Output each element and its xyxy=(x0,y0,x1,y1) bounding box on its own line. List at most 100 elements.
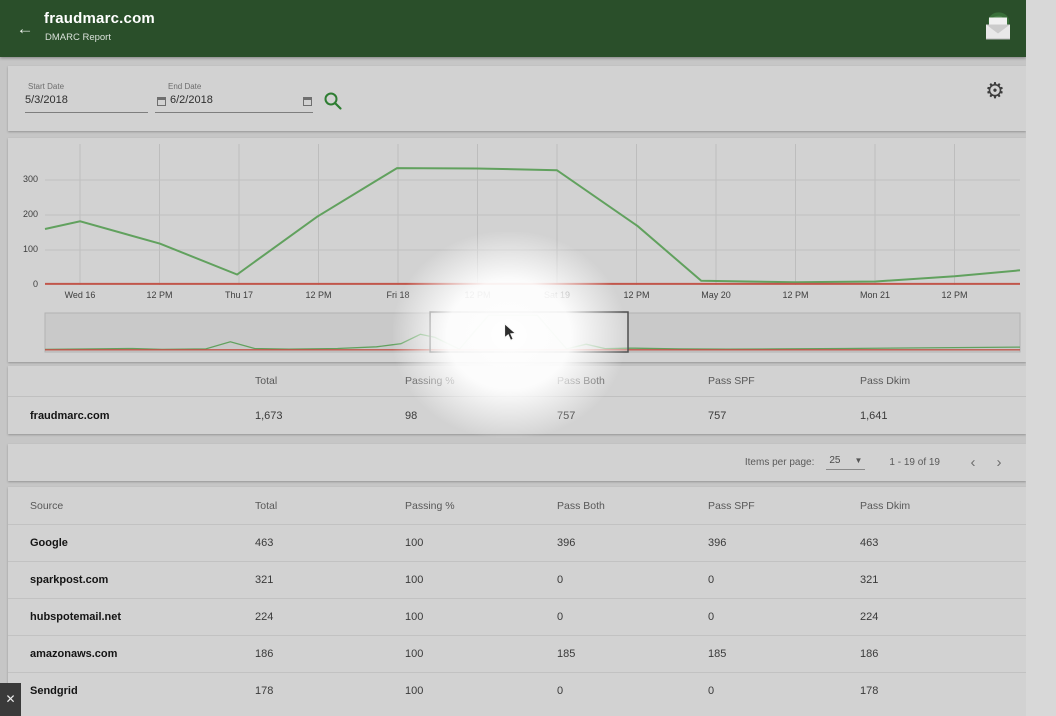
table-row[interactable]: Google 463 100 396 396 463 xyxy=(8,524,1026,561)
x-axis-tick-label: 12 PM xyxy=(128,290,192,300)
source-name: Google xyxy=(30,537,255,549)
cell-passing: 100 xyxy=(405,685,557,697)
next-page-icon[interactable]: › xyxy=(986,453,1012,473)
cell-passspf: 0 xyxy=(708,685,860,697)
cell-passdkim: 321 xyxy=(860,574,1026,586)
x-axis-tick-label: 12 PM xyxy=(923,290,987,300)
summary-row-fraudmarc: fraudmarc.com 1,673 98 757 757 1,641 xyxy=(8,396,1026,434)
source-name: amazonaws.com xyxy=(30,648,255,660)
source-name: sparkpost.com xyxy=(30,574,255,586)
col-total: Total xyxy=(255,500,405,512)
start-date-label: Start Date xyxy=(28,82,64,91)
x-axis-tick-label: 12 PM xyxy=(287,290,351,300)
x-axis-tick-label: Wed 16 xyxy=(48,290,112,300)
calendar-icon xyxy=(157,97,166,106)
col-passdkim: Pass Dkim xyxy=(860,500,1026,512)
app-header: ← fraudmarc.com DMARC Report xyxy=(0,0,1026,57)
x-axis-tick-label: Thu 17 xyxy=(207,290,271,300)
col-passing: Passing % xyxy=(405,500,557,512)
cell-passdkim: 463 xyxy=(860,537,1026,549)
y-axis-tick-label: 200 xyxy=(8,209,38,219)
cell-passspf: 0 xyxy=(708,611,860,623)
right-gutter xyxy=(1026,0,1056,716)
source-table: Source Total Passing % Pass Both Pass SP… xyxy=(8,487,1026,716)
table-row[interactable]: hubspotemail.net 224 100 0 0 224 xyxy=(8,598,1026,635)
cell-passboth: 0 xyxy=(557,685,708,697)
summary-col-passboth: Pass Both xyxy=(557,375,708,387)
col-source: Source xyxy=(30,500,255,512)
dmarc-volume-chart: 0100200300 Wed 1612 PMThu 1712 PMFri 181… xyxy=(8,138,1026,362)
brush-selection[interactable] xyxy=(430,312,628,352)
domain-summary-table: Total Passing % Pass Both Pass SPF Pass … xyxy=(8,366,1026,434)
items-per-page-label: Items per page: xyxy=(745,457,814,468)
cell-total: 463 xyxy=(255,537,405,549)
summary-header-row: Total Passing % Pass Both Pass SPF Pass … xyxy=(8,366,1026,396)
cell-passing: 100 xyxy=(405,537,557,549)
cell-passboth: 185 xyxy=(557,648,708,660)
cell-passspf: 396 xyxy=(708,537,860,549)
col-passspf: Pass SPF xyxy=(708,500,860,512)
cell-passing: 100 xyxy=(405,611,557,623)
summary-col-passdkim: Pass Dkim xyxy=(860,375,1026,387)
x-axis-tick-label: 12 PM xyxy=(446,290,510,300)
date-filter-bar: Start Date 5/3/2018 End Date 6/2/2018 ⚙ xyxy=(8,66,1026,131)
fraudmarc-envelope-logo-icon xyxy=(978,8,1018,49)
col-passboth: Pass Both xyxy=(557,500,708,512)
summary-domain-name: fraudmarc.com xyxy=(30,410,255,422)
end-date-underline xyxy=(155,112,313,113)
chart-canvas xyxy=(8,138,1026,362)
cell-passspf: 0 xyxy=(708,574,860,586)
end-date-input[interactable]: 6/2/2018 xyxy=(170,94,213,106)
source-name: Sendgrid xyxy=(30,685,255,697)
cell-passdkim: 178 xyxy=(860,685,1026,697)
page-subtitle: DMARC Report xyxy=(45,32,111,43)
x-axis-tick-label: 12 PM xyxy=(605,290,669,300)
items-per-page-select[interactable]: 25 ▼ xyxy=(826,455,865,470)
table-row[interactable]: sparkpost.com 321 100 0 0 321 xyxy=(8,561,1026,598)
search-icon[interactable] xyxy=(322,90,344,112)
table-row[interactable]: amazonaws.com 186 100 185 185 186 xyxy=(8,635,1026,672)
summary-passing: 98 xyxy=(405,410,557,422)
page-range-text: 1 - 19 of 19 xyxy=(889,457,940,468)
table-row[interactable]: Sendgrid 178 100 0 0 178 xyxy=(8,672,1026,709)
back-arrow-icon[interactable]: ← xyxy=(14,18,36,40)
summary-col-passspf: Pass SPF xyxy=(708,375,860,387)
x-axis-tick-label: 12 PM xyxy=(764,290,828,300)
app-window: ← fraudmarc.com DMARC Report Start Date … xyxy=(0,0,1026,716)
cell-passspf: 185 xyxy=(708,648,860,660)
calendar-picker-icon[interactable] xyxy=(303,97,312,106)
chevron-down-icon: ▼ xyxy=(854,456,862,465)
cell-passing: 100 xyxy=(405,574,557,586)
close-icon[interactable]: ✕ xyxy=(0,683,21,716)
cell-passdkim: 224 xyxy=(860,611,1026,623)
x-axis-tick-label: May 20 xyxy=(684,290,748,300)
cell-total: 178 xyxy=(255,685,405,697)
summary-col-passing: Passing % xyxy=(405,375,557,387)
chart-line-passing xyxy=(45,168,1020,282)
start-date-underline xyxy=(25,112,148,113)
cell-total: 186 xyxy=(255,648,405,660)
items-per-page-value: 25 xyxy=(829,455,840,466)
end-date-label: End Date xyxy=(168,82,201,91)
y-axis-tick-label: 300 xyxy=(8,174,38,184)
cell-passboth: 0 xyxy=(557,574,708,586)
source-name: hubspotemail.net xyxy=(30,611,255,623)
summary-passboth: 757 xyxy=(557,410,708,422)
x-axis-tick-label: Fri 18 xyxy=(366,290,430,300)
cell-passboth: 396 xyxy=(557,537,708,549)
x-axis-tick-label: Mon 21 xyxy=(843,290,907,300)
cell-total: 224 xyxy=(255,611,405,623)
cell-total: 321 xyxy=(255,574,405,586)
settings-gear-icon[interactable]: ⚙ xyxy=(982,78,1008,104)
y-axis-tick-label: 0 xyxy=(8,279,38,289)
cell-passing: 100 xyxy=(405,648,557,660)
previous-page-icon[interactable]: ‹ xyxy=(960,453,986,473)
summary-total: 1,673 xyxy=(255,410,405,422)
summary-col-total: Total xyxy=(255,375,405,387)
source-header-row: Source Total Passing % Pass Both Pass SP… xyxy=(8,487,1026,524)
summary-passspf: 757 xyxy=(708,410,860,422)
x-axis-tick-label: Sat 19 xyxy=(525,290,589,300)
start-date-input[interactable]: 5/3/2018 xyxy=(25,94,68,106)
pagination-bar: Items per page: 25 ▼ 1 - 19 of 19 ‹ › xyxy=(8,444,1026,481)
cell-passdkim: 186 xyxy=(860,648,1026,660)
